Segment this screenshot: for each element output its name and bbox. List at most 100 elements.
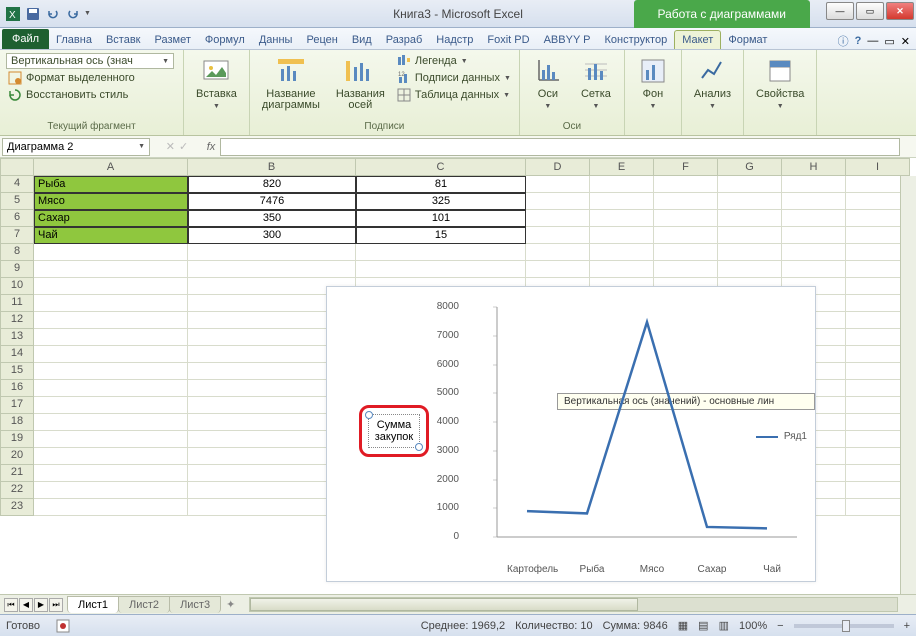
select-all-corner[interactable] — [0, 158, 34, 176]
view-normal-icon[interactable]: ▦ — [678, 619, 688, 632]
cell[interactable]: 81 — [356, 176, 526, 193]
cell[interactable] — [526, 210, 590, 227]
tab-abbyy[interactable]: ABBYY P — [537, 31, 598, 49]
qat-dropdown-icon[interactable]: ▼ — [84, 10, 91, 17]
fx-icon[interactable]: fx — [202, 141, 220, 153]
row-header[interactable]: 14 — [0, 346, 34, 363]
cell[interactable] — [718, 261, 782, 278]
cell[interactable] — [34, 312, 188, 329]
zoom-level[interactable]: 100% — [739, 620, 767, 632]
sheet-nav-prev-icon[interactable]: ◀ — [19, 598, 33, 612]
col-header-A[interactable]: A — [34, 158, 188, 176]
cell[interactable] — [718, 244, 782, 261]
data-table-button[interactable]: Таблица данных▼ — [395, 87, 513, 103]
cell[interactable] — [356, 261, 526, 278]
row-header[interactable]: 4 — [0, 176, 34, 193]
new-sheet-icon[interactable]: ✦ — [220, 598, 241, 611]
cell[interactable] — [526, 227, 590, 244]
tab-layout[interactable]: Размет — [148, 31, 198, 49]
background-button[interactable]: Фон▼ — [631, 53, 675, 114]
cell[interactable] — [34, 380, 188, 397]
cell[interactable]: Сахар — [34, 210, 188, 227]
cell[interactable] — [34, 465, 188, 482]
data-labels-button[interactable]: 12Подписи данных▼ — [395, 70, 513, 86]
col-header-E[interactable]: E — [590, 158, 654, 176]
doc-close-icon[interactable]: ✕ — [901, 35, 910, 48]
cell[interactable] — [654, 244, 718, 261]
row-header[interactable]: 6 — [0, 210, 34, 227]
row-header[interactable]: 10 — [0, 278, 34, 295]
cell[interactable] — [590, 210, 654, 227]
legend-button[interactable]: Легенда▼ — [395, 53, 513, 69]
col-header-H[interactable]: H — [782, 158, 846, 176]
doc-restore-icon[interactable]: ▭ — [884, 35, 894, 48]
row-header[interactable]: 18 — [0, 414, 34, 431]
sheet-nav-next-icon[interactable]: ▶ — [34, 598, 48, 612]
sheet-tab-3[interactable]: Лист3 — [169, 596, 221, 613]
cell[interactable]: 15 — [356, 227, 526, 244]
view-pagebreak-icon[interactable]: ▥ — [719, 619, 729, 632]
chart-plot-area[interactable] — [457, 297, 807, 557]
cell[interactable]: 325 — [356, 193, 526, 210]
row-header[interactable]: 15 — [0, 363, 34, 380]
tab-review[interactable]: Рецен — [299, 31, 344, 49]
name-box[interactable]: Диаграмма 2▼ — [2, 138, 150, 156]
cell[interactable] — [718, 176, 782, 193]
cell[interactable]: 820 — [188, 176, 356, 193]
row-header[interactable]: 8 — [0, 244, 34, 261]
row-header[interactable]: 9 — [0, 261, 34, 278]
cell[interactable] — [654, 193, 718, 210]
tab-developer[interactable]: Разраб — [379, 31, 430, 49]
tab-home[interactable]: Главна — [49, 31, 99, 49]
row-header[interactable]: 22 — [0, 482, 34, 499]
cell[interactable] — [718, 227, 782, 244]
tab-formulas[interactable]: Формул — [198, 31, 252, 49]
cell[interactable] — [34, 482, 188, 499]
cell[interactable] — [654, 210, 718, 227]
cell[interactable] — [34, 414, 188, 431]
cell[interactable] — [654, 176, 718, 193]
cell[interactable]: 300 — [188, 227, 356, 244]
worksheet-grid[interactable]: A B C D E F G H I 4 Рыба 820 815 Мясо 74… — [0, 158, 916, 594]
sheet-nav-last-icon[interactable]: ⏭ — [49, 598, 63, 612]
col-header-I[interactable]: I — [846, 158, 910, 176]
row-header[interactable]: 11 — [0, 295, 34, 312]
cell[interactable]: Рыба — [34, 176, 188, 193]
cell[interactable] — [526, 176, 590, 193]
row-header[interactable]: 17 — [0, 397, 34, 414]
tab-design[interactable]: Конструктор — [597, 31, 674, 49]
axes-button[interactable]: Оси▼ — [526, 53, 570, 114]
zoom-out-icon[interactable]: − — [777, 620, 783, 632]
cell[interactable] — [654, 227, 718, 244]
cell[interactable] — [590, 244, 654, 261]
sheet-tab-active[interactable]: Лист1 — [67, 596, 119, 613]
tab-file[interactable]: Файл — [2, 29, 49, 49]
cell[interactable] — [782, 244, 846, 261]
minimize-ribbon-icon[interactable]: ⓘ — [838, 33, 849, 49]
row-header[interactable]: 20 — [0, 448, 34, 465]
cell[interactable] — [590, 176, 654, 193]
cell[interactable] — [34, 448, 188, 465]
reset-style-button[interactable]: Восстановить стиль — [6, 87, 130, 103]
cell[interactable] — [34, 329, 188, 346]
cell[interactable]: 350 — [188, 210, 356, 227]
cell[interactable] — [782, 176, 846, 193]
cell[interactable] — [590, 261, 654, 278]
close-button[interactable]: ✕ — [886, 2, 914, 20]
tab-chart-layout[interactable]: Макет — [674, 30, 721, 49]
cell[interactable]: 7476 — [188, 193, 356, 210]
cell[interactable] — [34, 295, 188, 312]
save-icon[interactable] — [24, 5, 42, 23]
row-header[interactable]: 5 — [0, 193, 34, 210]
cell[interactable] — [34, 431, 188, 448]
row-header[interactable]: 21 — [0, 465, 34, 482]
vertical-axis-title[interactable]: Сумма закупок — [368, 414, 420, 448]
tab-view[interactable]: Вид — [345, 31, 379, 49]
tab-foxit[interactable]: Foxit PD — [480, 31, 536, 49]
row-header[interactable]: 19 — [0, 431, 34, 448]
cell[interactable]: Чай — [34, 227, 188, 244]
cell[interactable] — [34, 397, 188, 414]
cell[interactable]: Мясо — [34, 193, 188, 210]
analysis-button[interactable]: Анализ▼ — [688, 53, 737, 114]
zoom-slider[interactable] — [794, 624, 894, 628]
